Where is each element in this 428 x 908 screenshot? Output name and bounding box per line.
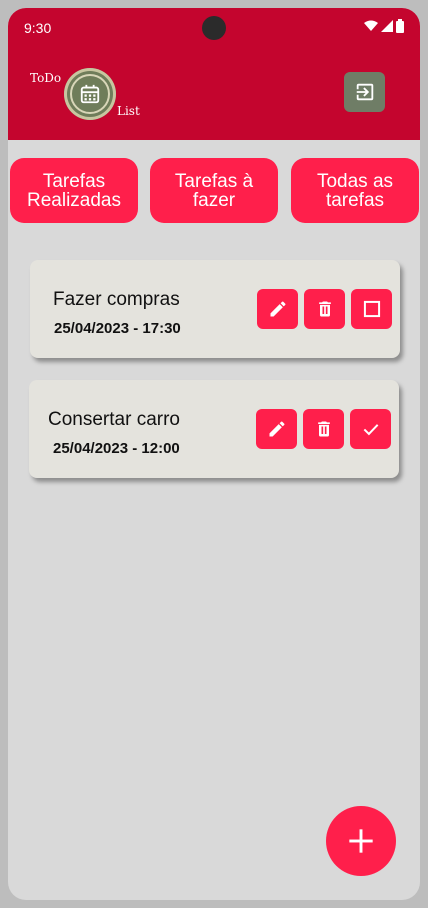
app-bar: 9:30 ToDo List — [8, 8, 420, 140]
filter-todo-button[interactable]: Tarefas à fazer — [150, 158, 278, 223]
task-card: Fazer compras 25/04/2023 - 17:30 — [30, 260, 400, 358]
delete-button[interactable] — [304, 289, 345, 329]
delete-button[interactable] — [303, 409, 344, 449]
camera-cutout — [202, 16, 226, 40]
task-title: Consertar carro — [48, 409, 180, 430]
logo-text-list: List — [117, 104, 140, 118]
pencil-icon — [269, 421, 285, 437]
edit-button[interactable] — [257, 289, 298, 329]
phone-screen: 9:30 ToDo List Tarefas Realizadas Tarefa… — [8, 8, 420, 900]
edit-button[interactable] — [256, 409, 297, 449]
checkbox-empty-icon — [363, 300, 380, 318]
task-title: Fazer compras — [53, 289, 180, 310]
plus-icon — [349, 829, 373, 853]
toggle-done-button[interactable] — [350, 409, 391, 449]
trash-icon — [317, 421, 330, 437]
pencil-icon — [270, 301, 286, 317]
filter-done-button[interactable]: Tarefas Realizadas — [10, 158, 138, 223]
add-task-button[interactable] — [326, 806, 396, 876]
signal-icon — [381, 20, 393, 32]
wifi-icon — [364, 20, 378, 31]
logout-button[interactable] — [344, 72, 385, 112]
task-datetime: 25/04/2023 - 12:00 — [53, 440, 180, 457]
task-card: Consertar carro 25/04/2023 - 12:00 — [29, 380, 399, 478]
app-logo — [64, 68, 116, 120]
status-time: 9:30 — [24, 20, 52, 36]
filter-all-button[interactable]: Todas as tarefas — [291, 158, 419, 223]
task-datetime: 25/04/2023 - 17:30 — [54, 320, 181, 337]
calendar-icon — [80, 84, 100, 104]
trash-icon — [318, 301, 331, 317]
check-icon — [363, 424, 378, 436]
battery-icon — [396, 19, 404, 33]
logout-icon — [356, 83, 373, 101]
toggle-done-button[interactable] — [351, 289, 392, 329]
logo-text-todo: ToDo — [30, 71, 62, 85]
status-icons — [364, 19, 404, 33]
